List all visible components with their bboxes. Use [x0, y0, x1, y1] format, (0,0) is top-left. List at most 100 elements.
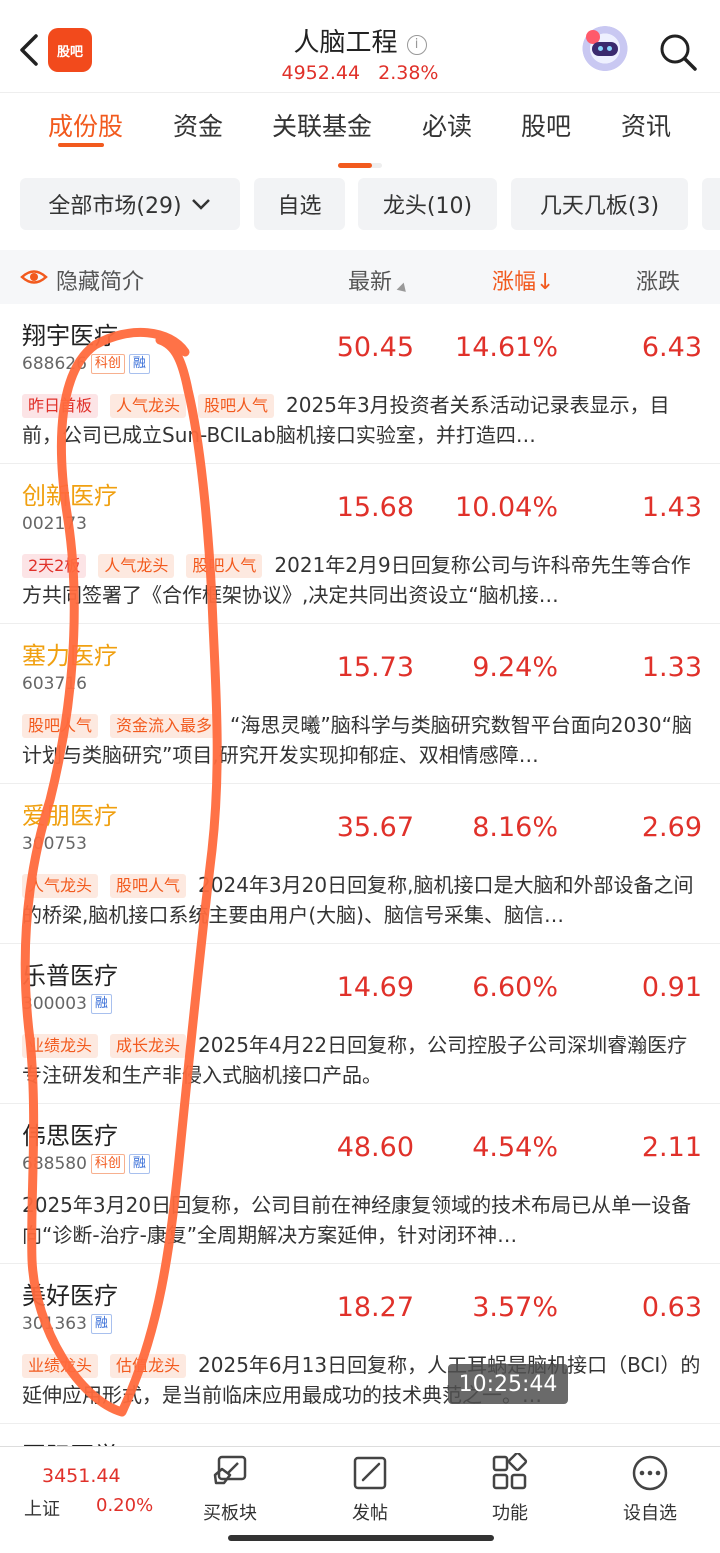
stock-code: 300003: [22, 994, 87, 1014]
stock-code-line: 300003 融: [22, 994, 112, 1014]
stock-tag[interactable]: 成长龙头: [110, 1034, 187, 1058]
tab-forum[interactable]: 股吧: [521, 107, 571, 143]
eye-icon[interactable]: [20, 266, 48, 288]
stock-row[interactable]: 翔宇医疗 688626 科创 融 50.45 14.61% 6.43 昨日首板人…: [0, 304, 720, 464]
stock-code: 002173: [22, 514, 87, 534]
filter-all-markets[interactable]: 全部市场(29): [20, 178, 240, 230]
stock-price: 50.45: [336, 332, 414, 363]
stock-tag[interactable]: 资金流入最多: [110, 714, 219, 738]
sh-index-name[interactable]: 上证: [24, 1495, 60, 1521]
margin-badge: 融: [90, 994, 112, 1014]
nav-post[interactable]: 发帖: [320, 1453, 420, 1525]
stock-change: 0.91: [641, 972, 702, 1003]
stock-code: 688626: [22, 354, 87, 374]
stock-desc: 2025年3月20日回复称，公司目前在神经康复领域的技术布局已从单一设备向“诊断…: [22, 1190, 702, 1250]
filter-watchlist[interactable]: 自选: [254, 178, 345, 230]
toggle-intro[interactable]: 隐藏简介: [56, 264, 144, 296]
tab-must-read[interactable]: 必读: [422, 107, 472, 143]
col-pct[interactable]: 涨幅↓: [492, 264, 554, 296]
nav-post-label: 发帖: [352, 1503, 388, 1524]
stock-price: 15.68: [336, 492, 414, 523]
stock-tag[interactable]: 人气龙头: [22, 874, 99, 898]
tab-constituents[interactable]: 成份股: [48, 107, 123, 143]
tab-capital[interactable]: 资金: [173, 107, 223, 143]
stock-desc: 人气龙头 股吧人气 2024年3月20日回复称,脑机接口是大脑和外部设备之间的桥梁,…: [22, 870, 702, 930]
chevron-down-icon: [191, 199, 210, 210]
stock-tag[interactable]: 人气龙头: [98, 554, 175, 578]
stock-code: 603716: [22, 674, 87, 694]
stock-change: 2.11: [641, 1132, 702, 1163]
stock-desc: 业绩龙头 成长龙头 2025年4月22日回复称，公司控股子公司深圳睿瀚医疗专注研发和…: [22, 1030, 702, 1090]
stock-name: 塞力医疗: [22, 642, 118, 670]
stock-code-line: 688580 科创 融: [22, 1154, 150, 1174]
more-icon: [632, 1455, 668, 1491]
stock-price: 35.67: [336, 812, 414, 843]
stock-tag[interactable]: 股吧人气: [198, 394, 275, 418]
nav-buy-sector[interactable]: 买板块: [180, 1453, 280, 1525]
nav-add-watchlist-label: 设自选: [623, 1503, 677, 1524]
stock-price: 18.27: [336, 1292, 414, 1323]
nav-functions-label: 功能: [492, 1503, 528, 1524]
filter-all-markets-label: 全部市场(29): [48, 194, 182, 219]
margin-badge: 融: [128, 1154, 150, 1174]
col-change[interactable]: 涨跌: [636, 264, 680, 296]
stock-name: 创新医疗: [22, 482, 118, 510]
stock-pct: 3.57%: [472, 1292, 558, 1323]
stock-pct: 14.61%: [455, 332, 558, 363]
stock-tag[interactable]: 人气龙头: [110, 394, 187, 418]
stock-row[interactable]: 伟思医疗 688580 科创 融 48.60 4.54% 2.11 2025年3…: [0, 1104, 720, 1264]
sh-index-pct[interactable]: 0.20%: [96, 1495, 153, 1516]
col-price[interactable]: 最新: [348, 264, 410, 296]
tab-scroll-indicator: [338, 163, 382, 168]
stock-code-line: 301363 融: [22, 1314, 112, 1334]
stock-tag[interactable]: 股吧人气: [110, 874, 187, 898]
stock-row[interactable]: 乐普医疗 300003 融 14.69 6.60% 0.91 业绩龙头 成长龙头 2…: [0, 944, 720, 1104]
stock-desc: 股吧人气 资金流入最多 “海思灵曦”脑科学与类脑研究数智平台面向2030“脑计划与类…: [22, 710, 702, 770]
stock-name: 翔宇医疗: [22, 322, 118, 350]
stock-code: 301363: [22, 1314, 87, 1334]
filter-chips: 全部市场(29) 自选 龙头(10) 几天几板(3): [0, 170, 720, 240]
bottom-bar: 3451.44 上证 0.20% 买板块 发帖 功能 设自选: [0, 1446, 720, 1553]
stock-code: 688580: [22, 1154, 87, 1174]
stock-pct: 6.60%: [472, 972, 558, 1003]
stock-row[interactable]: 创新医疗 002173 15.68 10.04% 1.43 2天2板 人气龙头 股吧…: [0, 464, 720, 624]
filter-more[interactable]: [702, 178, 720, 230]
stock-change: 0.63: [641, 1292, 702, 1323]
stock-price: 15.73: [336, 652, 414, 683]
robot-assistant-icon[interactable]: [580, 26, 630, 76]
stock-tag[interactable]: 股吧人气: [186, 554, 263, 578]
col-pct-label: 涨幅: [492, 270, 537, 295]
stock-tag[interactable]: 估值龙头: [110, 1354, 187, 1378]
stock-change: 1.33: [641, 652, 702, 683]
tab-news[interactable]: 资讯: [621, 107, 671, 143]
stock-code-line: 603716: [22, 674, 87, 694]
stock-code: 300753: [22, 834, 87, 854]
nav-functions[interactable]: 功能: [460, 1453, 560, 1525]
stock-pct: 8.16%: [472, 812, 558, 843]
nav-buy-sector-label: 买板块: [203, 1503, 257, 1524]
nav-add-watchlist[interactable]: 设自选: [600, 1453, 700, 1525]
stock-tag[interactable]: 业绩龙头: [22, 1354, 99, 1378]
stock-row[interactable]: 塞力医疗 603716 15.73 9.24% 1.33 股吧人气 资金流入最多 “…: [0, 624, 720, 784]
stock-change: 2.69: [641, 812, 702, 843]
sh-index-value[interactable]: 3451.44: [42, 1465, 121, 1487]
buy-sector-icon: [213, 1455, 247, 1485]
stock-tag[interactable]: 昨日首板: [22, 394, 99, 418]
stock-tag[interactable]: 2天2板: [22, 554, 87, 578]
search-icon[interactable]: [658, 32, 698, 72]
stock-row[interactable]: 美好医疗 301363 融 18.27 3.57% 0.63 业绩龙头 估值龙头 2…: [0, 1264, 720, 1424]
stock-desc: 2天2板 人气龙头 股吧人气 2021年2月9日回复称公司与许科帝先生等合作方共同签署…: [22, 550, 702, 610]
col-price-label: 最新: [348, 270, 393, 295]
info-icon[interactable]: i: [406, 35, 427, 55]
margin-badge: 融: [90, 1314, 112, 1334]
stock-pct: 10.04%: [455, 492, 558, 523]
filter-limit-streak[interactable]: 几天几板(3): [511, 178, 688, 230]
stock-row[interactable]: 爱朋医疗 300753 35.67 8.16% 2.69 人气龙头 股吧人气 202…: [0, 784, 720, 944]
stock-desc: 昨日首板 人气龙头 股吧人气 2025年3月投资者关系活动记录表显示，目前，公司已成立…: [22, 390, 702, 450]
filter-leaders[interactable]: 龙头(10): [358, 178, 497, 230]
app-header: 股吧 人脑工程 i 4952.44 2.38%: [0, 0, 720, 92]
stock-tag[interactable]: 股吧人气: [22, 714, 99, 738]
stock-tag[interactable]: 业绩龙头: [22, 1034, 99, 1058]
kechuang-badge: 科创: [90, 354, 125, 374]
tab-related-funds[interactable]: 关联基金: [272, 107, 372, 143]
